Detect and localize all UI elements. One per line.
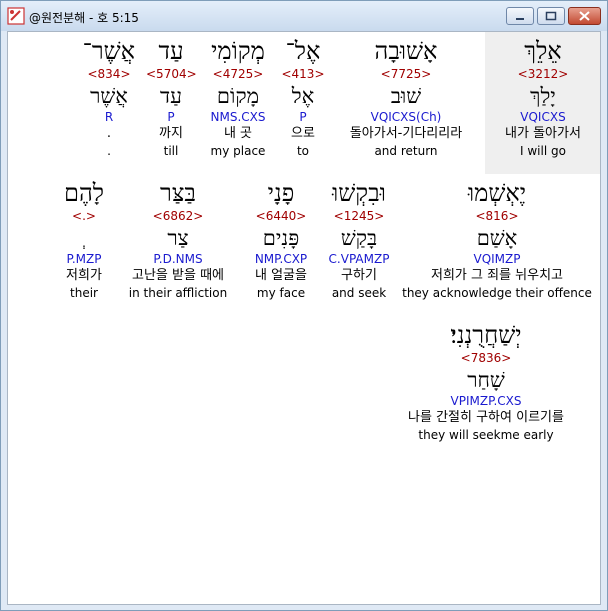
hebrew-word: אֵלֵךְ — [524, 37, 562, 65]
english-gloss: and return — [374, 144, 438, 158]
word-card[interactable]: אָשׁוּבָה <7725> שׁוּב VQICXS(Ch) 돌아가서-기… — [338, 36, 474, 159]
close-button[interactable] — [568, 7, 601, 25]
morphology: VQIMZP — [473, 252, 521, 266]
close-icon — [579, 11, 590, 21]
word-card[interactable]: אֵלֵךְ <3212> יָלַךְ VQICXS 내가 돌아가서 I wi… — [503, 36, 583, 159]
hebrew-word: פָנָי — [267, 179, 295, 207]
morphology: P.D.NMS — [153, 252, 203, 266]
english-gloss: and seek — [331, 286, 387, 300]
morphology: NMS.CXS — [210, 110, 266, 124]
strong-number[interactable]: <5704> — [146, 66, 197, 83]
lemma: יָלַךְ — [530, 84, 556, 108]
hebrew-word: לָהֶם — [63, 179, 104, 207]
hebrew-word: וּבִקְשׁוּ — [332, 179, 386, 207]
strong-number[interactable]: <816> — [401, 208, 593, 225]
title-bar[interactable]: @원전분해 - 호 5:15 — [1, 1, 607, 31]
word-card[interactable]: פָנָי <6440> פָּנִים NMP.CXP 내 얼굴을 my fa… — [245, 178, 317, 301]
morphology: VPIMZP.CXS — [450, 394, 522, 408]
word-card[interactable]: מְקוֹמִי <4725> מָקוֹם NMS.CXS 내 곳 my pl… — [203, 36, 273, 159]
korean-gloss: 구하기 — [341, 268, 377, 283]
morphology: C.VPAMZP — [328, 252, 390, 266]
strong-number[interactable]: <7836> — [388, 350, 584, 367]
word-card[interactable]: בַּצַּר <6862> צַר P.D.NMS 고난을 받을 때에 in … — [120, 178, 236, 301]
word-card[interactable]: אֶל־ <413> אֶל P 으로 to — [278, 36, 328, 159]
lemma: אֲשֶׁר — [90, 84, 128, 108]
hebrew-word: אֲשֶׁר־ — [82, 37, 135, 65]
korean-gloss: 내 얼굴을 — [255, 268, 307, 283]
strong-number[interactable]: <6440> — [245, 208, 317, 225]
word-card[interactable]: וּבִקְשׁוּ <1245> בָּקַשׁ C.VPAMZP 구하기 a… — [323, 178, 395, 301]
strong-number[interactable]: <834> — [83, 66, 135, 83]
korean-gloss: 돌아가서-기다리리라 — [349, 126, 463, 141]
lemma: בָּקַשׁ — [340, 226, 378, 250]
hebrew-word: יֶאְשְׁמוּ — [467, 179, 527, 207]
morphology: VQICXS — [520, 110, 566, 124]
hebrew-word: בַּצַּר — [160, 179, 196, 207]
english-gloss: my place — [210, 144, 266, 158]
english-gloss: their — [70, 286, 98, 300]
lemma: שׁוּב — [390, 84, 422, 108]
lemma: מָקוֹם — [216, 84, 260, 108]
app-window: @원전분해 - 호 5:15 אֵלֵךְ <3212> יָלַךְ VQIC… — [0, 0, 608, 611]
minimize-button[interactable] — [506, 7, 534, 25]
korean-gloss: 내 곳 — [223, 126, 253, 141]
english-gloss: . — [107, 144, 111, 158]
morphology: VQICXS(Ch) — [370, 110, 442, 124]
morphology: P — [167, 110, 175, 124]
word-card[interactable]: יֶאְשְׁמוּ <816> אָשַׁם VQIMZP 저희가 그 죄를 … — [401, 178, 593, 301]
lemma: פָּנִים — [262, 226, 300, 250]
korean-gloss: . — [106, 126, 112, 141]
word-card[interactable]: עַד <5704> עַד P 까지 till — [146, 36, 197, 159]
word-card[interactable]: אֲשֶׁר־ <834> אֲשֶׁר R . . — [83, 36, 135, 159]
lemma: עַד — [160, 84, 182, 108]
strong-number[interactable]: <1245> — [323, 208, 395, 225]
hebrew-word: אָשׁוּבָה — [374, 37, 438, 65]
maximize-button[interactable] — [537, 7, 565, 25]
korean-gloss: 까지 — [159, 126, 183, 141]
lemma: אָשַׁם — [476, 226, 518, 250]
english-gloss: my face — [256, 286, 306, 300]
strong-number[interactable]: <4725> — [203, 66, 273, 83]
strong-number[interactable]: <413> — [278, 66, 328, 83]
hebrew-word: יְשַׁחֲרֻנְנִי׃ — [450, 321, 522, 349]
strong-number[interactable]: <3212> — [503, 66, 583, 83]
english-gloss: they acknowledge their offence — [402, 286, 592, 300]
lemma: צַר — [167, 226, 189, 250]
hebrew-word: אֶל־ — [285, 37, 321, 65]
strong-number[interactable]: <6862> — [120, 208, 236, 225]
korean-gloss: 고난을 받을 때에 — [132, 268, 224, 283]
strong-number[interactable]: <7725> — [338, 66, 474, 83]
korean-gloss: 으로 — [291, 126, 315, 141]
morphology: R — [104, 110, 114, 124]
morphology: P.MZP — [66, 252, 102, 266]
strong-number[interactable]: <.> — [56, 208, 112, 225]
hebrew-word: מְקוֹמִי — [211, 37, 265, 65]
hebrew-word: עַד — [158, 37, 184, 65]
english-gloss: to — [296, 144, 310, 158]
lemma: אֶל — [291, 84, 315, 108]
korean-gloss: 저희가 — [66, 268, 102, 283]
word-card[interactable]: יְשַׁחֲרֻנְנִי׃ <7836> שָׁחַר VPIMZP.CXS… — [388, 320, 584, 443]
korean-gloss: 내가 돌아가서 — [505, 126, 581, 141]
english-gloss: till — [163, 144, 179, 158]
analysis-pane: אֵלֵךְ <3212> יָלַךְ VQICXS 내가 돌아가서 I wi… — [7, 31, 601, 605]
english-gloss: they will seekme early — [418, 428, 554, 442]
english-gloss: I will go — [520, 144, 566, 158]
word-card[interactable]: לָהֶם <.> ְ P.MZP 저희가 their — [56, 178, 112, 301]
morphology: NMP.CXP — [254, 252, 308, 266]
english-gloss: in their affliction — [128, 286, 228, 300]
window-title: @원전분해 - 호 5:15 — [29, 11, 139, 25]
lemma: ְ — [56, 225, 112, 251]
korean-gloss: 저희가 그 죄를 뉘우치고 — [431, 268, 563, 283]
korean-gloss: 나를 간절히 구하여 이르기를 — [408, 410, 564, 425]
lemma: שָׁחַר — [467, 368, 505, 392]
morphology: P — [299, 110, 307, 124]
app-icon — [7, 7, 25, 25]
